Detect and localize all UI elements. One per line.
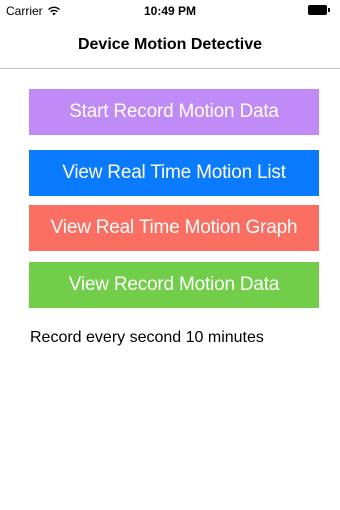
view-real-time-motion-list-button[interactable]: View Real Time Motion List: [29, 150, 319, 196]
start-record-label: Start Record Motion Data: [69, 101, 279, 122]
app-screen: Carrier 10:49 PM Device Motion Detective…: [0, 0, 340, 510]
page-title: Device Motion Detective: [77, 36, 263, 53]
view-real-time-motion-graph-button[interactable]: View Real Time Motion Graph: [29, 205, 319, 251]
view-record-motion-data-button[interactable]: View Record Motion Data: [29, 262, 319, 308]
real-time-graph-label: View Real Time Motion Graph: [50, 217, 298, 238]
status-bar: Carrier 10:49 PM: [0, 0, 340, 22]
navigation-bar: Device Motion Detective: [0, 22, 340, 69]
status-time: 10:49 PM: [143, 4, 197, 18]
record-data-label: View Record Motion Data: [68, 274, 280, 295]
battery-icon: [308, 5, 330, 15]
record-interval-text: Record every second 10 minutes: [30, 329, 264, 346]
real-time-list-label: View Real Time Motion List: [62, 162, 286, 183]
start-record-motion-data-button[interactable]: Start Record Motion Data: [29, 89, 319, 135]
